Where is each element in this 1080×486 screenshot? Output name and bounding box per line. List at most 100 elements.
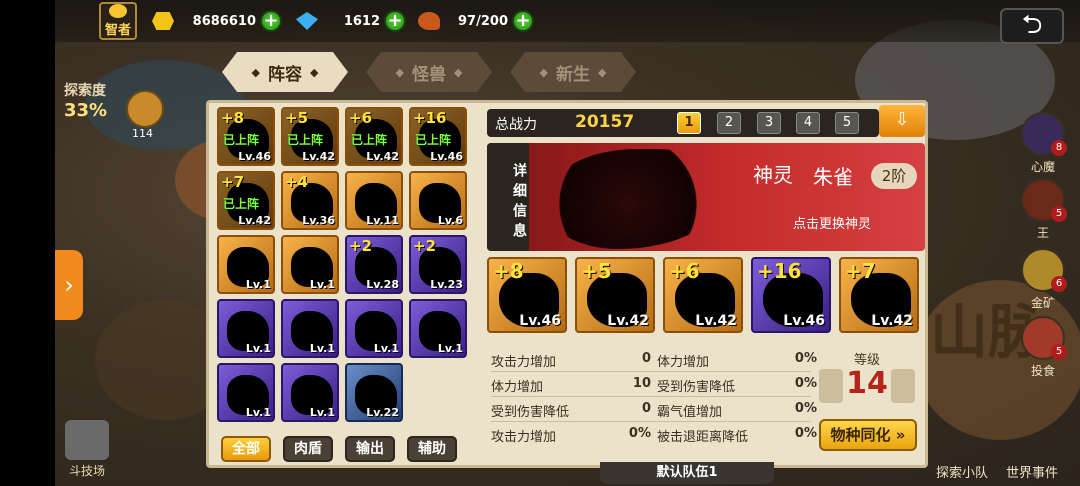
add-gold-button[interactable]: + — [260, 10, 282, 32]
monster-card[interactable]: Lv.6 — [409, 171, 467, 230]
side-item-gold-mine[interactable]: 6 金矿 — [1016, 248, 1070, 311]
tab-newborn[interactable]: ◆ 新生 ◆ — [510, 52, 636, 92]
monster-card[interactable]: +6 已上阵 Lv.42 — [345, 107, 403, 166]
monster-star: +2 — [413, 237, 437, 255]
team-member-card[interactable]: +5 Lv.42 — [575, 257, 655, 333]
world-event-button[interactable]: 世界事件 — [1006, 462, 1058, 481]
monster-star: +16 — [413, 109, 447, 127]
filter-tank-button[interactable]: 肉盾 — [283, 436, 333, 462]
explore-team-button[interactable]: 探索小队 — [936, 462, 988, 481]
monster-level: Lv.1 — [245, 278, 271, 291]
swap-team-button[interactable]: ⇩ — [879, 105, 925, 137]
stat-label: 受到伤害降低 — [657, 380, 736, 395]
demon-label: 心魔 — [1030, 160, 1055, 174]
arena-button[interactable]: 斗技场 — [62, 420, 112, 479]
detail-info-tag[interactable]: 详细信息 — [487, 143, 529, 251]
tab-lineup[interactable]: ◆ 阵容 ◆ — [222, 52, 348, 92]
deployed-label: 已上阵 — [223, 133, 260, 147]
gold-mine-icon: 6 — [1021, 248, 1067, 292]
monster-card[interactable]: Lv.22 — [345, 363, 403, 422]
filter-support-button[interactable]: 辅助 — [407, 436, 457, 462]
species-sync-button[interactable]: 物种同化 » — [819, 419, 917, 451]
monster-level: Lv.1 — [373, 342, 399, 355]
team-name-tab[interactable]: 默认队伍1 — [600, 462, 774, 484]
stat-value: 10 — [632, 376, 651, 391]
team-slot-1[interactable]: 1 — [677, 112, 701, 134]
monster-card[interactable]: Lv.1 — [217, 235, 275, 294]
side-item-king[interactable]: 5 王 — [1016, 178, 1070, 241]
team-member-star: +6 — [669, 259, 700, 283]
monster-level: Lv.42 — [366, 150, 399, 163]
side-expand-tab[interactable]: › — [55, 250, 83, 320]
team-slot-5[interactable]: 5 — [835, 112, 859, 134]
monster-card[interactable]: +5 已上阵 Lv.42 — [281, 107, 339, 166]
diamond-icon: ◆ — [251, 65, 260, 79]
side-item-demon[interactable]: 8 心魔 — [1016, 112, 1070, 175]
monster-card[interactable]: Lv.1 — [345, 299, 403, 358]
add-gem-button[interactable]: + — [384, 10, 406, 32]
tab-newborn-label: 新生 — [556, 64, 590, 85]
species-sync-label: 物种同化 — [830, 426, 891, 444]
deployed-label: 已上阵 — [415, 133, 452, 147]
side-item-feed[interactable]: 5 投食 — [1016, 316, 1070, 379]
filter-dps-button[interactable]: 输出 — [345, 436, 395, 462]
back-button[interactable]: ⮌ — [1000, 8, 1064, 44]
monster-card[interactable]: +7 已上阵 Lv.42 — [217, 171, 275, 230]
monster-level: Lv.46 — [238, 150, 271, 163]
monster-card[interactable]: +16 已上阵 Lv.46 — [409, 107, 467, 166]
map-node-count: 114 — [132, 127, 153, 140]
diamond-icon: ◆ — [539, 65, 548, 79]
total-power-bar: 总战力 20157 1 2 3 4 5 — [487, 109, 879, 137]
team-member-card[interactable]: +16 Lv.46 — [751, 257, 831, 333]
back-arrow-icon: ⮌ — [1021, 10, 1043, 40]
arena-label: 斗技场 — [68, 464, 105, 478]
swap-icon: ⇩ — [894, 109, 910, 130]
spirit-rank: 2阶 — [871, 163, 917, 189]
active-team: +8 Lv.46 +5 Lv.42 +6 Lv.42 +16 Lv.46 +7 Lv.42 — [487, 257, 927, 333]
explore-percent: 33% — [64, 100, 108, 121]
monster-card[interactable]: +2 Lv.23 — [409, 235, 467, 294]
filter-all-button[interactable]: 全部 — [221, 436, 271, 462]
role-filters: 全部 肉盾 输出 辅助 — [221, 436, 457, 462]
team-member-card[interactable]: +6 Lv.42 — [663, 257, 743, 333]
team-slot-2[interactable]: 2 — [717, 112, 741, 134]
team-member-star: +8 — [493, 259, 524, 283]
monster-level: Lv.1 — [437, 342, 463, 355]
tab-monsters[interactable]: ◆ 怪兽 ◆ — [366, 52, 492, 92]
gem-resource: 1612 + — [296, 10, 406, 32]
monster-card[interactable]: Lv.11 — [345, 171, 403, 230]
monster-card[interactable]: +2 Lv.28 — [345, 235, 403, 294]
king-count: 5 — [1051, 206, 1067, 222]
gold-value: 8686610 — [192, 13, 256, 29]
sage-title: 智者 — [104, 23, 131, 38]
monster-level: Lv.1 — [309, 278, 335, 291]
spirit-detail-banner[interactable]: 详细信息 神灵 朱雀 2阶 点击更换神灵 — [487, 143, 925, 251]
meat-icon — [418, 12, 440, 30]
total-power-label: 总战力 — [495, 117, 537, 133]
deployed-label: 已上阵 — [351, 133, 388, 147]
monster-card[interactable]: Lv.1 — [281, 363, 339, 422]
monster-card[interactable]: Lv.1 — [281, 235, 339, 294]
map-node-badge[interactable]: 114 — [126, 90, 164, 140]
monster-star: +5 — [285, 109, 309, 127]
monster-star: +2 — [349, 237, 373, 255]
monster-card[interactable]: Lv.1 — [281, 299, 339, 358]
king-icon: 5 — [1021, 178, 1067, 222]
team-slot-4[interactable]: 4 — [796, 112, 820, 134]
monster-card[interactable]: +8 已上阵 Lv.46 — [217, 107, 275, 166]
monster-card[interactable]: +4 Lv.36 — [281, 171, 339, 230]
team-member-card[interactable]: +7 Lv.42 — [839, 257, 919, 333]
team-member-card[interactable]: +8 Lv.46 — [487, 257, 567, 333]
monster-card[interactable]: Lv.1 — [409, 299, 467, 358]
sage-title-badge[interactable]: 智者 — [99, 2, 137, 40]
chevron-right-icon: › — [64, 271, 74, 299]
monster-card[interactable]: Lv.1 — [217, 363, 275, 422]
stat-value: 0% — [794, 351, 817, 366]
team-slot-3[interactable]: 3 — [757, 112, 781, 134]
add-food-button[interactable]: + — [512, 10, 534, 32]
stat-label: 攻击力增加 — [491, 430, 557, 445]
diamond-icon: ◆ — [310, 65, 319, 79]
feed-count: 5 — [1051, 344, 1067, 360]
monster-card[interactable]: Lv.1 — [217, 299, 275, 358]
total-power-value: 20157 — [575, 112, 635, 132]
